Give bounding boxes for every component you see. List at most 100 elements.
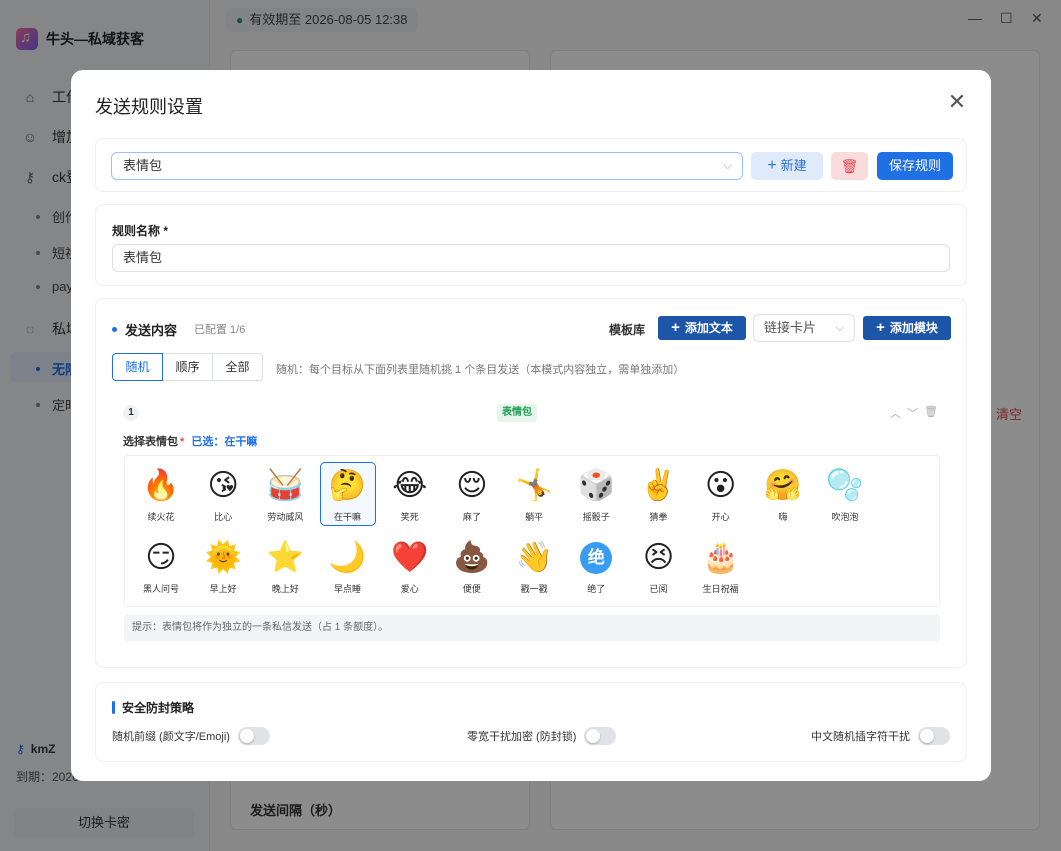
sticker-image: 🔥 — [142, 469, 180, 502]
toggle-random-prefix: 随机前缀 (颜文字/Emoji) — [112, 727, 270, 745]
chevron-down-icon[interactable]: ﹀ — [907, 405, 918, 421]
random-prefix-toggle[interactable] — [237, 727, 270, 745]
sticker-name: 在干嘛 — [334, 512, 362, 522]
sticker-image: 绝 — [580, 542, 613, 574]
sticker-image: ⭐ — [266, 541, 305, 574]
sticker-image: 🤸 — [515, 469, 553, 502]
pick-sticker-label: 选择表情包 * 已选：在干嘛 — [123, 436, 258, 448]
sticker-item[interactable]: 😂 笑死 — [382, 462, 438, 526]
close-icon[interactable]: ✕ — [947, 91, 967, 113]
content-item: 1 表情包 ︿ ﹀ 🗑 选择表情包 * 已选：在干嘛 🔥 续火花 😘 比心 🥁 劳动威风 🤔 在… — [110, 397, 952, 645]
item-type-tag: 表情包 — [497, 404, 537, 422]
sticker-item[interactable]: 🥁 劳动威风 — [257, 462, 313, 526]
sticker-image: 🥁 — [266, 469, 305, 502]
trash-icon: 🗑 — [840, 158, 859, 174]
security-title: 安全防封策略 — [112, 699, 194, 716]
sticker-item[interactable]: 绝绝了 — [568, 534, 624, 598]
sticker-image: 👋 — [515, 541, 553, 574]
configured-count: 已配置 1/6 — [194, 324, 246, 336]
rule-select[interactable]: 表情包 ⌵ — [111, 152, 743, 180]
sticker-item[interactable]: 🌙 早点睡 — [320, 534, 376, 598]
sticker-name: 生日祝福 — [702, 584, 739, 594]
save-rule-button[interactable]: 保存规则 — [877, 152, 953, 180]
sticker-name: 续火花 — [147, 512, 175, 522]
sticker-name: 笑死 — [400, 512, 419, 522]
sticker-name: 比心 — [214, 512, 233, 522]
sticker-name: 便便 — [462, 584, 481, 594]
sticker-item[interactable]: 😏 黑人问号 — [133, 534, 189, 598]
link-card-select[interactable]: 链接卡片 ⌵ — [753, 314, 855, 342]
item-ops: ︿ ﹀ 🗑 — [890, 405, 938, 421]
chinese-insert-toggle[interactable] — [918, 727, 950, 745]
add-text-button[interactable]: + 添加文本 — [658, 316, 746, 340]
mode-all-button[interactable]: 全部 — [212, 353, 263, 381]
sticker-item[interactable]: 😌 麻了 — [444, 462, 500, 526]
new-rule-button[interactable]: + 新建 — [751, 152, 823, 180]
sticker-image: 😘 — [207, 469, 239, 502]
send-content-card: 发送内容 已配置 1/6 模板库 + 添加文本 链接卡片 ⌵ + 添加模块 随机 顺… — [95, 298, 967, 668]
mode-hint: 随机：每个目标从下面列表里随机挑 1 个条目发送（本模式内容独立，需单独添加） — [276, 364, 685, 376]
modal-title: 发送规则设置 — [95, 97, 203, 117]
toggle-zero-width: 零宽干扰加密 (防封锁) — [467, 727, 617, 745]
sticker-name: 猜拳 — [649, 512, 668, 522]
add-module-button[interactable]: + 添加模块 — [863, 316, 951, 340]
chevron-down-icon: ⌵ — [723, 160, 732, 172]
sticker-item[interactable]: 🫧 吹泡泡 — [817, 462, 873, 526]
item-index: 1 — [123, 405, 139, 421]
chevron-up-icon[interactable]: ︿ — [890, 405, 901, 421]
plus-icon: + — [671, 319, 680, 336]
plus-icon: + — [767, 157, 777, 174]
sticker-image: 💩 — [453, 541, 491, 574]
sticker-item[interactable]: ⭐ 晚上好 — [257, 534, 313, 598]
mode-random-button[interactable]: 随机 — [112, 353, 163, 381]
chevron-down-icon: ⌵ — [835, 322, 844, 334]
template-library-link[interactable]: 模板库 — [609, 321, 645, 338]
zero-width-toggle[interactable] — [584, 727, 617, 745]
sticker-item[interactable]: 🤔 在干嘛 — [319, 462, 376, 526]
sticker-name: 黑人问号 — [142, 584, 179, 594]
delete-rule-button[interactable]: 🗑 — [831, 152, 868, 180]
sticker-name: 劳动威风 — [267, 512, 304, 522]
sticker-name: 晚上好 — [271, 584, 299, 594]
sticker-item[interactable]: 🎲 摇骰子 — [568, 462, 624, 526]
sticker-item[interactable]: 👋 戳一戳 — [506, 534, 562, 598]
sticker-item[interactable]: 😘 比心 — [195, 462, 251, 526]
plus-icon: + — [876, 319, 885, 336]
sticker-item[interactable]: 😣 已阅 — [631, 534, 687, 598]
sticker-item[interactable]: 🎂 生日祝福 — [693, 534, 749, 598]
sticker-grid: 🔥 续火花 😘 比心 🥁 劳动威风 🤔 在干嘛 😂 笑死 😌 麻了 🤸 躺平 🎲 摇骰子 ✌️ 猜拳 😮 开心 🤗 嗨 🫧 吹… — [124, 455, 940, 607]
mode-sequential-button[interactable]: 顺序 — [162, 353, 213, 381]
send-rule-modal: 发送规则设置 ✕ 表情包 ⌵ + 新建 🗑 保存规则 规则名称 * 表情包 发送内… — [71, 70, 991, 781]
sticker-name: 戳一戳 — [520, 584, 548, 594]
sticker-item[interactable]: ❤️ 爱心 — [382, 534, 438, 598]
rule-selector-card: 表情包 ⌵ + 新建 🗑 保存规则 — [95, 138, 967, 192]
sticker-item[interactable]: 🌞 早上好 — [195, 534, 251, 598]
send-mode-segment: 随机 顺序 全部 — [112, 353, 263, 381]
sticker-name: 早上好 — [209, 584, 237, 594]
sticker-image: 🤔 — [328, 469, 367, 502]
rule-name-label: 规则名称 * — [112, 224, 169, 238]
sticker-image: ❤️ — [391, 541, 429, 574]
toggle-chinese-insert: 中文随机插字符干扰 — [811, 727, 950, 745]
sticker-item[interactable]: 💩 便便 — [444, 534, 500, 598]
sticker-name: 已阅 — [649, 584, 668, 594]
sticker-image: 🌞 — [204, 541, 242, 574]
rule-name-input[interactable]: 表情包 — [112, 244, 950, 272]
trash-icon[interactable]: 🗑 — [924, 405, 938, 421]
sticker-name: 早点睡 — [334, 584, 362, 594]
sticker-item[interactable]: 🔥 续火花 — [133, 462, 189, 526]
sticker-name: 吹泡泡 — [831, 512, 859, 522]
sticker-item[interactable]: 🤗 嗨 — [755, 462, 811, 526]
sticker-item[interactable]: 🤸 躺平 — [506, 462, 562, 526]
send-content-title: 发送内容 — [112, 320, 177, 339]
sticker-name: 绝了 — [587, 584, 606, 594]
sticker-item[interactable]: ✌️ 猜拳 — [631, 462, 687, 526]
sticker-image: 😏 — [145, 541, 177, 574]
sticker-image: 🫧 — [826, 469, 864, 502]
sticker-item[interactable]: 😮 开心 — [693, 462, 749, 526]
sticker-name: 躺平 — [525, 512, 544, 522]
sticker-name: 麻了 — [462, 512, 481, 522]
sticker-image: 🤗 — [764, 469, 802, 502]
security-card: 安全防封策略 随机前缀 (颜文字/Emoji) 零宽干扰加密 (防封锁) 中文随… — [95, 682, 967, 762]
sticker-image: 😂 — [392, 469, 428, 502]
